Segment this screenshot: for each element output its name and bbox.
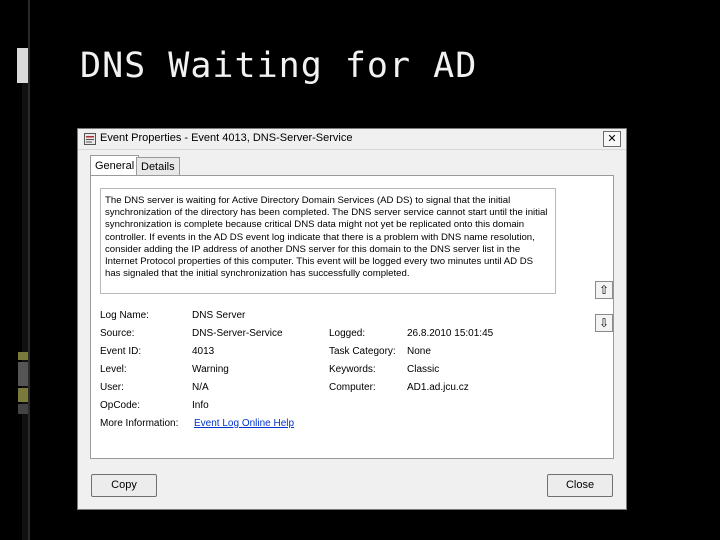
previous-event-button[interactable]: ⇧ bbox=[595, 281, 613, 299]
event-description-box[interactable]: The DNS server is waiting for Active Dir… bbox=[100, 188, 556, 294]
copy-button[interactable]: Copy bbox=[91, 474, 157, 497]
dialog-titlebar[interactable]: Event Properties - Event 4013, DNS-Serve… bbox=[78, 129, 626, 150]
general-tab-panel: The DNS server is waiting for Active Dir… bbox=[90, 175, 614, 459]
opcode-label: OpCode: bbox=[100, 400, 141, 411]
more-info-label: More Information: bbox=[100, 418, 179, 429]
source-value: DNS-Server-Service bbox=[192, 328, 283, 339]
event-description-text: The DNS server is waiting for Active Dir… bbox=[105, 195, 548, 280]
next-event-button[interactable]: ⇩ bbox=[595, 314, 613, 332]
slide-title: DNS Waiting for AD bbox=[80, 46, 478, 86]
slide-title-accent bbox=[17, 48, 28, 83]
event-id-value: 4013 bbox=[192, 346, 215, 357]
event-id-label: Event ID: bbox=[100, 346, 142, 357]
slide-side-bar bbox=[22, 48, 28, 540]
computer-label: Computer: bbox=[329, 382, 376, 393]
slide-deco-block bbox=[18, 404, 28, 414]
user-label: User: bbox=[100, 382, 124, 393]
log-name-value: DNS Server bbox=[192, 310, 246, 321]
task-category-value: None bbox=[407, 346, 431, 357]
task-category-label: Task Category: bbox=[329, 346, 396, 357]
computer-value: AD1.ad.jcu.cz bbox=[407, 382, 469, 393]
window-close-button[interactable]: ✕ bbox=[603, 131, 621, 147]
opcode-value: Info bbox=[192, 400, 209, 411]
slide-divider-line bbox=[28, 0, 30, 540]
tab-general[interactable]: General bbox=[90, 155, 140, 177]
arrow-up-icon: ⇧ bbox=[598, 283, 610, 297]
slide-deco-block bbox=[18, 352, 28, 360]
source-label: Source: bbox=[100, 328, 135, 339]
event-log-online-help-link[interactable]: Event Log Online Help bbox=[194, 418, 294, 429]
slide-deco-block bbox=[18, 388, 28, 402]
level-label: Level: bbox=[100, 364, 127, 375]
logged-value: 26.8.2010 15:01:45 bbox=[407, 328, 494, 339]
log-name-label: Log Name: bbox=[100, 310, 149, 321]
level-value: Warning bbox=[192, 364, 229, 375]
tab-details[interactable]: Details bbox=[136, 157, 180, 176]
dialog-title: Event Properties - Event 4013, DNS-Serve… bbox=[100, 132, 353, 144]
keywords-label: Keywords: bbox=[329, 364, 376, 375]
event-properties-dialog: Event Properties - Event 4013, DNS-Serve… bbox=[77, 128, 627, 510]
keywords-value: Classic bbox=[407, 364, 440, 375]
close-button[interactable]: Close bbox=[547, 474, 613, 497]
user-value: N/A bbox=[192, 382, 209, 393]
slide-deco-block bbox=[18, 362, 28, 386]
logged-label: Logged: bbox=[329, 328, 366, 339]
arrow-down-icon: ⇩ bbox=[598, 316, 610, 330]
event-viewer-icon bbox=[84, 133, 96, 145]
